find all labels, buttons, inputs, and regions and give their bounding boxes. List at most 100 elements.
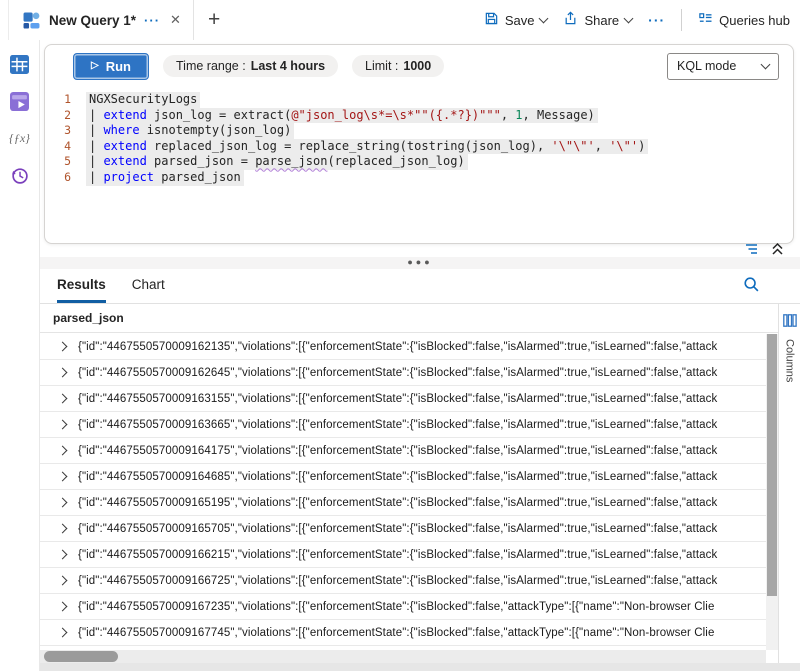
run-button[interactable]: ▷ Run bbox=[73, 53, 149, 80]
columns-panel-label: Columns bbox=[784, 339, 796, 382]
row-expand-chevron-icon[interactable] bbox=[58, 576, 68, 586]
tab-bar: New Query 1* ··· ✕ + Save bbox=[0, 0, 800, 40]
share-button[interactable]: Share bbox=[563, 11, 632, 29]
code-line-text: | extend replaced_json_log = replace_str… bbox=[86, 139, 648, 155]
tab-bar-actions: Save Share ··· bbox=[484, 9, 800, 31]
adx-web-ui: New Query 1* ··· ✕ + Save bbox=[0, 0, 800, 671]
queries-hub-label: Queries hub bbox=[719, 13, 790, 28]
tab-chart[interactable]: Chart bbox=[132, 277, 165, 303]
code-line[interactable]: 6| project parsed_json bbox=[45, 170, 793, 186]
connections-table-icon[interactable] bbox=[10, 54, 30, 74]
saved-queries-icon[interactable] bbox=[10, 91, 30, 111]
table-row[interactable]: {"id":"4467550570009164685","violations"… bbox=[40, 464, 766, 490]
save-button[interactable]: Save bbox=[484, 11, 548, 29]
save-label: Save bbox=[505, 13, 535, 28]
results-grid: {"id":"4467550570009162135","violations"… bbox=[40, 334, 766, 650]
limit-label: Limit : bbox=[365, 59, 398, 73]
code-line[interactable]: 4 | extend replaced_json_log = replace_st… bbox=[45, 139, 793, 155]
table-row[interactable]: {"id":"4467550570009163665","violations"… bbox=[40, 412, 766, 438]
table-row[interactable]: {"id":"4467550570009165705","violations"… bbox=[40, 516, 766, 542]
functions-fx-icon[interactable]: {ƒx} bbox=[10, 128, 30, 148]
row-expand-chevron-icon[interactable] bbox=[58, 342, 68, 352]
chevron-down-icon bbox=[624, 14, 634, 24]
row-expand-chevron-icon[interactable] bbox=[58, 524, 68, 534]
line-number: 2 bbox=[45, 108, 71, 124]
tab-title: New Query 1* bbox=[49, 13, 136, 28]
share-icon bbox=[563, 11, 578, 29]
time-range-picker[interactable]: Time range : Last 4 hours bbox=[163, 55, 338, 77]
query-tab[interactable]: New Query 1* ··· ✕ bbox=[8, 0, 194, 40]
row-json-text: {"id":"4467550570009166215","violations"… bbox=[78, 549, 717, 561]
results-panel: Results Chart parsed_json {"id":"4467550… bbox=[40, 269, 800, 671]
code-line[interactable]: 1NGXSecurityLogs bbox=[45, 92, 793, 108]
line-number: 6 bbox=[45, 170, 71, 186]
kql-mode-value: KQL mode bbox=[677, 59, 736, 73]
table-row[interactable]: {"id":"4467550570009166725","violations"… bbox=[40, 568, 766, 594]
row-json-text: {"id":"4467550570009167235","violations"… bbox=[78, 601, 714, 613]
chevron-down-icon bbox=[539, 14, 549, 24]
row-json-text: {"id":"4467550570009163665","violations"… bbox=[78, 419, 717, 431]
play-icon: ▷ bbox=[91, 61, 99, 71]
tab-more-icon[interactable]: ··· bbox=[144, 13, 160, 28]
row-json-text: {"id":"4467550570009162135","violations"… bbox=[78, 341, 717, 353]
code-line[interactable]: 2| extend json_log = extract(@"json_log\… bbox=[45, 108, 793, 124]
more-actions-button[interactable]: ··· bbox=[648, 12, 665, 28]
line-number: 1 bbox=[45, 92, 71, 108]
divider bbox=[681, 9, 682, 31]
run-label: Run bbox=[106, 59, 131, 74]
main-content: ▷ Run Time range : Last 4 hours Limit : … bbox=[40, 40, 800, 671]
table-row[interactable]: {"id":"4467550570009162645","violations"… bbox=[40, 360, 766, 386]
new-tab-button[interactable]: + bbox=[208, 8, 220, 32]
row-json-text: {"id":"4467550570009167745","violations"… bbox=[78, 627, 714, 639]
search-results-icon[interactable] bbox=[743, 276, 760, 298]
time-range-value: Last 4 hours bbox=[251, 59, 325, 73]
row-expand-chevron-icon[interactable] bbox=[58, 394, 68, 404]
horizontal-scrollbar-thumb[interactable] bbox=[44, 651, 118, 662]
query-toolbar: ▷ Run Time range : Last 4 hours Limit : … bbox=[45, 45, 793, 87]
column-header-parsed-json: parsed_json bbox=[53, 311, 124, 325]
chevron-down-icon bbox=[761, 60, 771, 70]
tab-close-icon[interactable]: ✕ bbox=[168, 12, 183, 28]
adx-logo-icon bbox=[21, 10, 41, 30]
kql-mode-select[interactable]: KQL mode bbox=[667, 53, 779, 80]
table-row[interactable]: {"id":"4467550570009167745","violations"… bbox=[40, 620, 766, 646]
line-number: 4 bbox=[45, 139, 71, 155]
share-label: Share bbox=[584, 13, 619, 28]
table-row[interactable]: {"id":"4467550570009167235","violations"… bbox=[40, 594, 766, 620]
table-row[interactable]: {"id":"4467550570009163155","violations"… bbox=[40, 386, 766, 412]
row-expand-chevron-icon[interactable] bbox=[58, 550, 68, 560]
code-line[interactable]: 3 | where isnotempty(json_log) bbox=[45, 123, 793, 139]
row-json-text: {"id":"4467550570009165705","violations"… bbox=[78, 523, 717, 535]
tab-results[interactable]: Results bbox=[57, 277, 106, 303]
code-line-text: | where isnotempty(json_log) bbox=[86, 123, 294, 139]
columns-icon bbox=[783, 314, 797, 332]
row-expand-chevron-icon[interactable] bbox=[58, 446, 68, 456]
row-json-text: {"id":"4467550570009164685","violations"… bbox=[78, 471, 717, 483]
horizontal-scrollbar[interactable] bbox=[40, 650, 766, 663]
columns-side-panel-toggle[interactable]: Columns bbox=[778, 304, 800, 671]
table-row[interactable]: {"id":"4467550570009165195","violations"… bbox=[40, 490, 766, 516]
row-expand-chevron-icon[interactable] bbox=[58, 498, 68, 508]
row-expand-chevron-icon[interactable] bbox=[58, 472, 68, 482]
row-expand-chevron-icon[interactable] bbox=[58, 602, 68, 612]
row-expand-chevron-icon[interactable] bbox=[58, 368, 68, 378]
code-editor[interactable]: 1NGXSecurityLogs2| extend json_log = ext… bbox=[45, 87, 793, 186]
save-icon bbox=[484, 11, 499, 29]
vertical-scrollbar[interactable] bbox=[766, 334, 778, 650]
code-line[interactable]: 5| extend parsed_json = parse_json(repla… bbox=[45, 154, 793, 170]
limit-value: 1000 bbox=[403, 59, 431, 73]
grid-header-row[interactable]: parsed_json bbox=[40, 304, 800, 333]
vertical-scrollbar-thumb[interactable] bbox=[767, 334, 777, 596]
queries-hub-button[interactable]: Queries hub bbox=[698, 11, 790, 29]
panel-splitter-handle[interactable]: ●●● bbox=[40, 257, 800, 269]
row-expand-chevron-icon[interactable] bbox=[58, 628, 68, 638]
line-number: 3 bbox=[45, 123, 71, 139]
table-row[interactable]: {"id":"4467550570009166215","violations"… bbox=[40, 542, 766, 568]
table-row[interactable]: {"id":"4467550570009162135","violations"… bbox=[40, 334, 766, 360]
row-json-text: {"id":"4467550570009162645","violations"… bbox=[78, 367, 717, 379]
query-history-icon[interactable] bbox=[10, 165, 30, 185]
table-row[interactable]: {"id":"4467550570009164175","violations"… bbox=[40, 438, 766, 464]
limit-picker[interactable]: Limit : 1000 bbox=[352, 55, 444, 77]
row-expand-chevron-icon[interactable] bbox=[58, 420, 68, 430]
time-range-label: Time range : bbox=[176, 59, 246, 73]
